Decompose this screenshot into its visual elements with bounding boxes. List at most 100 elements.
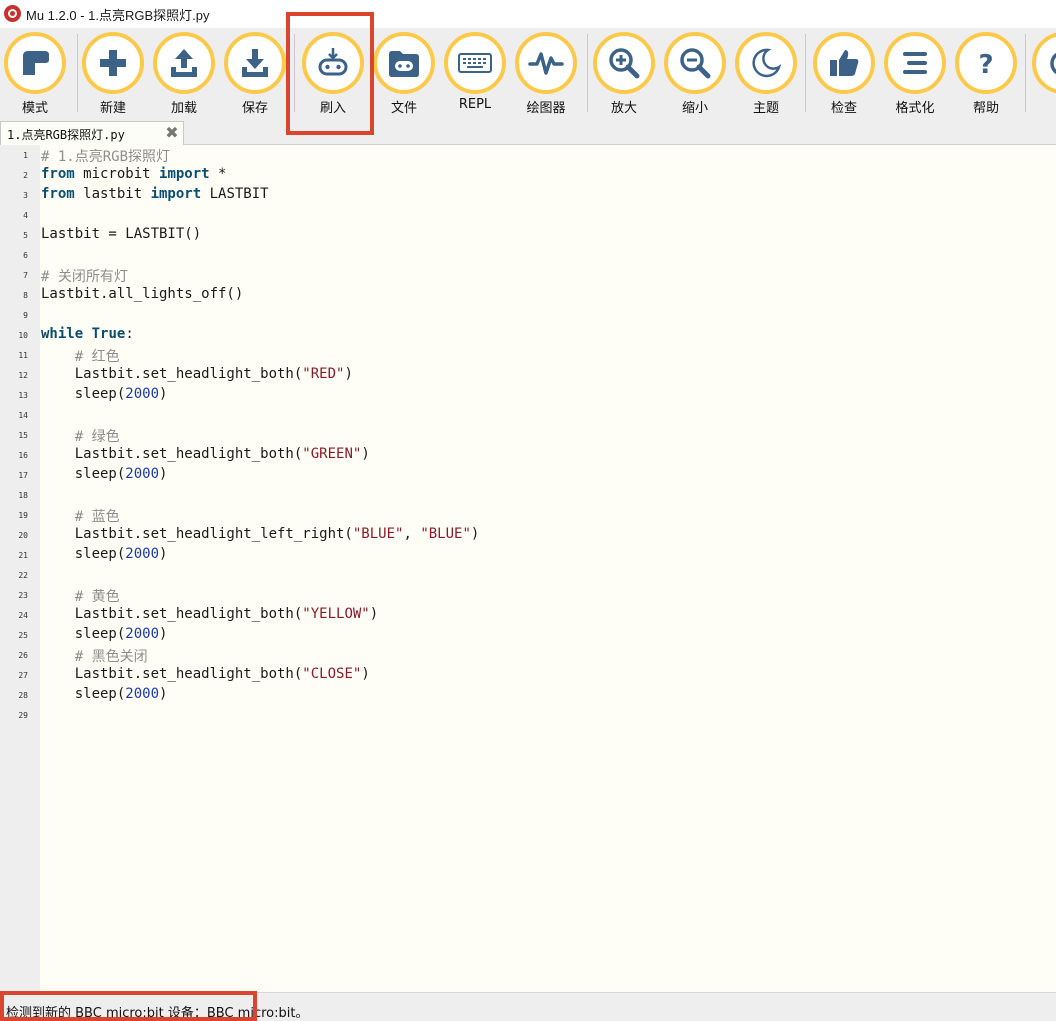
moon-icon: [735, 32, 797, 94]
code-line: 10 while True:: [0, 325, 1056, 345]
toolbar-separator: [77, 34, 78, 112]
theme-button[interactable]: 主题: [733, 31, 799, 117]
line-number: 12: [18, 371, 28, 380]
code-line: 28 sleep(2000): [0, 685, 1056, 705]
repl-button[interactable]: REPL: [442, 31, 508, 117]
line-number: 23: [18, 591, 28, 600]
code-text: from lastbit import LASTBIT: [41, 186, 269, 202]
line-number: 1: [23, 151, 28, 160]
code-text: Lastbit.set_headlight_left_right("BLUE",…: [41, 526, 480, 542]
code-line: 24 Lastbit.set_headlight_both("YELLOW"): [0, 605, 1056, 625]
code-text: while True:: [41, 326, 134, 342]
toolbar-separator: [294, 34, 295, 112]
title-bar: Mu 1.2.0 - 1.点亮RGB探照灯.py: [0, 0, 1056, 28]
tab-label: 1.点亮RGB探照灯.py: [7, 128, 125, 142]
code-text: Lastbit.set_headlight_both("RED"): [41, 366, 353, 382]
code-line: 23 # 黄色: [0, 585, 1056, 605]
code-text: sleep(2000): [41, 626, 168, 642]
check-label: 检查: [830, 101, 857, 116]
line-number: 19: [18, 511, 28, 520]
flash-button[interactable]: 刷入: [300, 31, 366, 117]
repl-label: REPL: [458, 97, 492, 112]
code-line: 25 sleep(2000): [0, 625, 1056, 645]
mode-button[interactable]: 模式: [2, 31, 68, 117]
tab-bar: 1.点亮RGB探照灯.py ✖: [0, 118, 1056, 145]
plotter-label: 绘图器: [526, 101, 566, 116]
window-title: Mu 1.2.0 - 1.点亮RGB探照灯.py: [26, 8, 210, 23]
code-text: # 黄色: [74, 589, 120, 605]
code-text: Lastbit.all_lights_off(): [41, 286, 244, 302]
thumbs-up-icon: [813, 32, 875, 94]
code-line: 20 Lastbit.set_headlight_left_right("BLU…: [0, 525, 1056, 545]
line-number: 20: [18, 531, 28, 540]
code-text: Lastbit.set_headlight_both("CLOSE"): [41, 666, 370, 682]
code-line: 27 Lastbit.set_headlight_both("CLOSE"): [0, 665, 1056, 685]
mode-icon: [4, 32, 66, 94]
code-text: Lastbit.set_headlight_both("YELLOW"): [41, 606, 379, 622]
files-label: 文件: [390, 101, 417, 116]
code-text: # 1.点亮RGB探照灯: [41, 149, 171, 165]
line-number: 26: [18, 651, 28, 660]
microbit-icon: [302, 32, 364, 94]
line-number: 25: [18, 631, 28, 640]
code-line: 14: [0, 405, 1056, 425]
editor-tab[interactable]: 1.点亮RGB探照灯.py ✖: [0, 121, 184, 145]
zoomin-button[interactable]: 放大: [591, 31, 657, 117]
line-number: 4: [23, 211, 28, 220]
code-text: Lastbit.set_headlight_both("GREEN"): [41, 446, 370, 462]
code-editor[interactable]: 1 # 1.点亮RGB探照灯 2 from microbit import * 3 fro…: [0, 145, 1056, 992]
check-button[interactable]: 检查: [811, 31, 877, 117]
code-line: 17 sleep(2000): [0, 465, 1056, 485]
new-label: 新建: [99, 101, 126, 116]
upload-icon: [153, 32, 215, 94]
files-button[interactable]: 文件: [371, 31, 437, 117]
code-line: 18: [0, 485, 1056, 505]
code-text: from microbit import *: [41, 166, 227, 182]
plotter-button[interactable]: 绘图器: [513, 31, 579, 117]
lines-icon: [884, 32, 946, 94]
line-number: 17: [18, 471, 28, 480]
code-line: 9: [0, 305, 1056, 325]
status-message: 检测到新的 BBC micro:bit 设备：BBC micro:bit。: [6, 1006, 309, 1021]
code-line: 29: [0, 705, 1056, 725]
line-number: 6: [23, 251, 28, 260]
question-icon: ?: [955, 32, 1017, 94]
code-text: # 关闭所有灯: [41, 269, 128, 285]
code-line: 5 Lastbit = LASTBIT(): [0, 225, 1056, 245]
theme-label: 主题: [752, 101, 779, 116]
save-button[interactable]: 保存: [222, 31, 288, 117]
code-text: # 绿色: [74, 429, 120, 445]
mode-label: 模式: [21, 101, 48, 116]
code-text: # 黑色关闭: [74, 649, 148, 665]
code-line: 21 sleep(2000): [0, 545, 1056, 565]
toolbar-separator: [1025, 34, 1026, 112]
svg-text:?: ?: [978, 50, 993, 80]
load-label: 加载: [170, 101, 197, 116]
status-bar: 检测到新的 BBC micro:bit 设备：BBC micro:bit。: [0, 992, 1056, 1021]
plus-icon: [82, 32, 144, 94]
help-button[interactable]: ? 帮助: [953, 31, 1019, 117]
line-number: 8: [23, 291, 28, 300]
save-label: 保存: [241, 101, 268, 116]
quit-button[interactable]: 退: [1030, 31, 1056, 117]
code-text: # 红色: [74, 349, 120, 365]
code-line: 16 Lastbit.set_headlight_both("GREEN"): [0, 445, 1056, 465]
load-button[interactable]: 加载: [151, 31, 217, 117]
close-tab-icon[interactable]: ✖: [164, 124, 180, 142]
code-line: 22: [0, 565, 1056, 585]
code-line: 7 # 关闭所有灯: [0, 265, 1056, 285]
code-text: # 蓝色: [74, 509, 120, 525]
zoomin-label: 放大: [610, 101, 637, 116]
code-line: 15 # 绿色: [0, 425, 1056, 445]
download-icon: [224, 32, 286, 94]
line-number: 2: [23, 171, 28, 180]
tidy-button[interactable]: 格式化: [882, 31, 948, 117]
toolbar-separator: [805, 34, 806, 112]
new-button[interactable]: 新建: [80, 31, 146, 117]
line-number: 7: [23, 271, 28, 280]
code-text: sleep(2000): [41, 686, 168, 702]
zoomout-button[interactable]: 缩小: [662, 31, 728, 117]
line-number: 28: [18, 691, 28, 700]
line-number: 21: [18, 551, 28, 560]
flash-label: 刷入: [319, 101, 346, 116]
